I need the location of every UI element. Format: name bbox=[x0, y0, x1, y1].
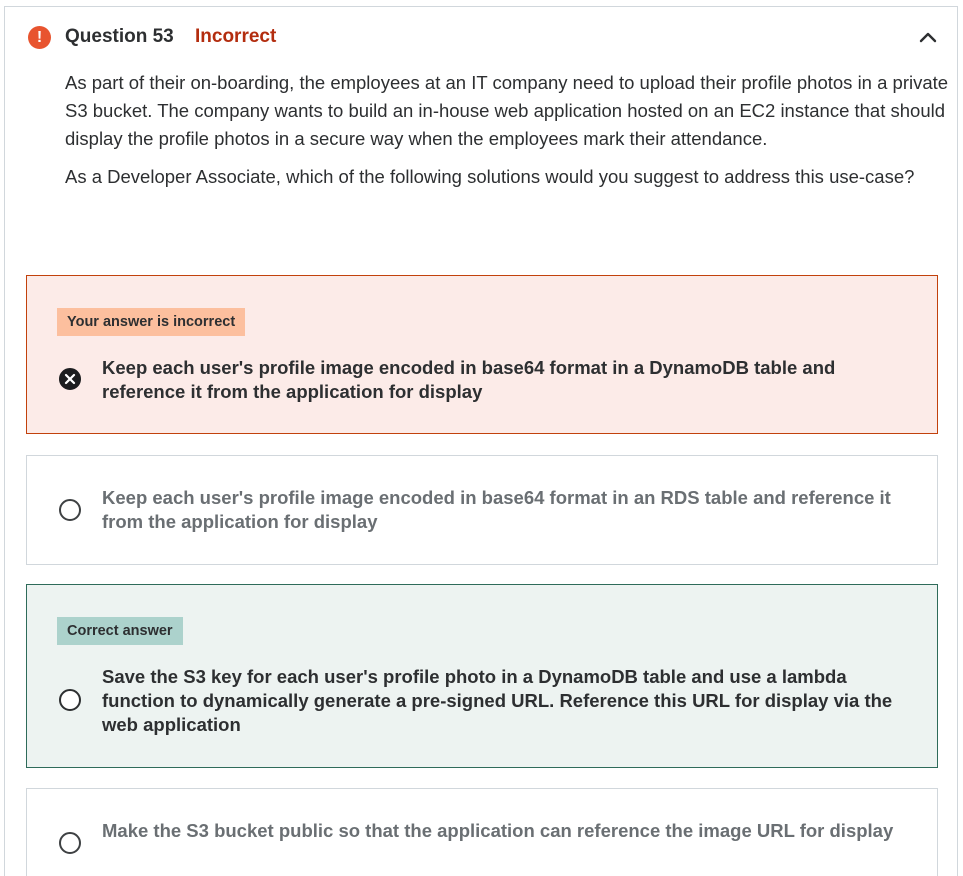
exclamation-circle-icon: ! bbox=[28, 26, 51, 49]
question-header[interactable]: ! Question 53 Incorrect bbox=[5, 7, 957, 67]
question-title: Question 53 bbox=[65, 26, 174, 47]
answer-option-correct[interactable]: Correct answer Save the S3 key for each … bbox=[26, 584, 938, 768]
answer-option-text: Save the S3 key for each user's profile … bbox=[102, 666, 893, 735]
radio-circle-icon[interactable] bbox=[59, 689, 81, 711]
correct-answer-tag: Correct answer bbox=[57, 617, 183, 645]
answer-option[interactable]: Keep each user's profile image encoded i… bbox=[26, 455, 938, 565]
x-circle-icon[interactable] bbox=[59, 368, 81, 390]
question-text: As part of their on-boarding, the employ… bbox=[65, 69, 957, 201]
radio-circle-icon[interactable] bbox=[59, 499, 81, 521]
answer-option-text: Keep each user's profile image encoded i… bbox=[102, 487, 891, 532]
radio-circle-icon[interactable] bbox=[59, 832, 81, 854]
answer-option-incorrect[interactable]: Your answer is incorrect Keep each user'… bbox=[26, 275, 938, 434]
question-paragraph: As part of their on-boarding, the employ… bbox=[65, 72, 949, 149]
incorrect-answer-tag: Your answer is incorrect bbox=[57, 308, 246, 336]
answer-option-text: Keep each user's profile image encoded i… bbox=[102, 357, 836, 402]
question-paragraph: As a Developer Associate, which of the f… bbox=[65, 166, 915, 187]
answer-option[interactable]: Make the S3 bucket public so that the ap… bbox=[26, 788, 938, 876]
answer-option-text: Make the S3 bucket public so that the ap… bbox=[102, 820, 894, 841]
chevron-up-icon[interactable] bbox=[915, 25, 941, 51]
question-status: Incorrect bbox=[195, 26, 277, 47]
question-card: ! Question 53 Incorrect As part of their… bbox=[4, 6, 958, 876]
